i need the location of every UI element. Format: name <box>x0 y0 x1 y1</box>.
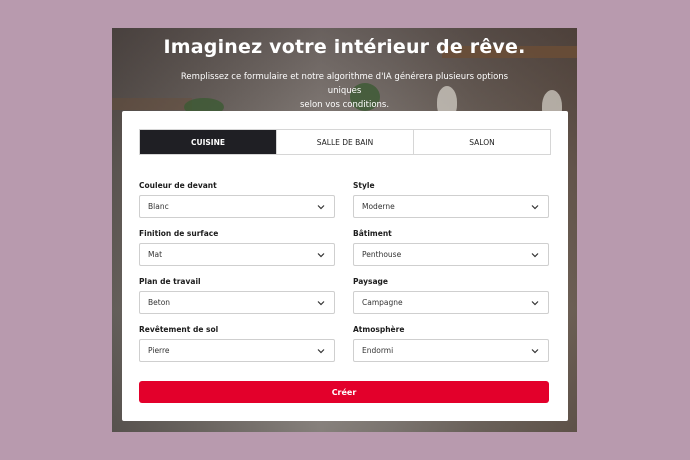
couleur-de-devant-select[interactable]: Blanc <box>139 195 335 218</box>
batiment-select[interactable]: Penthouse <box>353 243 549 266</box>
field-couleur-de-devant: Couleur de devant Blanc <box>139 181 335 218</box>
select-value: Penthouse <box>362 250 402 259</box>
field-plan-de-travail: Plan de travail Beton <box>139 277 335 314</box>
field-batiment: Bâtiment Penthouse <box>353 229 549 266</box>
plan-de-travail-select[interactable]: Beton <box>139 291 335 314</box>
page-subtitle: Remplissez ce formulaire et notre algori… <box>172 70 517 112</box>
field-finition-de-surface: Finition de surface Mat <box>139 229 335 266</box>
chevron-down-icon <box>530 202 540 212</box>
chevron-down-icon <box>530 346 540 356</box>
select-value: Campagne <box>362 298 403 307</box>
style-select[interactable]: Moderne <box>353 195 549 218</box>
field-label: Finition de surface <box>139 229 219 238</box>
select-value: Moderne <box>362 202 395 211</box>
page-subtitle-line: selon vos conditions. <box>299 100 390 110</box>
chevron-down-icon <box>316 202 326 212</box>
revetement-de-sol-select[interactable]: Pierre <box>139 339 335 362</box>
field-atmosphere: Atmosphère Endormi <box>353 325 549 362</box>
field-label: Paysage <box>353 277 388 286</box>
select-value: Blanc <box>148 202 169 211</box>
tab-cuisine[interactable]: CUISINE <box>140 130 276 154</box>
field-revetement-de-sol: Revêtement de sol Pierre <box>139 325 335 362</box>
field-label: Style <box>353 181 375 190</box>
field-label: Couleur de devant <box>139 181 217 190</box>
chevron-down-icon <box>530 298 540 308</box>
field-paysage: Paysage Campagne <box>353 277 549 314</box>
tab-salon[interactable]: SALON <box>413 130 550 154</box>
chevron-down-icon <box>316 298 326 308</box>
create-button[interactable]: Créer <box>139 381 549 403</box>
page-subtitle-line: Remplissez ce formulaire et notre algori… <box>180 72 509 96</box>
form-card: CUISINE SALLE DE BAIN SALON Couleur de d… <box>122 111 568 421</box>
chevron-down-icon <box>316 346 326 356</box>
paysage-select[interactable]: Campagne <box>353 291 549 314</box>
tab-salle-de-bain[interactable]: SALLE DE BAIN <box>276 130 413 154</box>
room-tabs: CUISINE SALLE DE BAIN SALON <box>139 129 551 155</box>
atmosphere-select[interactable]: Endormi <box>353 339 549 362</box>
page-title: Imaginez votre intérieur de rêve. <box>163 36 526 58</box>
field-label: Bâtiment <box>353 229 392 238</box>
finition-de-surface-select[interactable]: Mat <box>139 243 335 266</box>
select-value: Endormi <box>362 346 394 355</box>
chevron-down-icon <box>530 250 540 260</box>
select-value: Beton <box>148 298 171 307</box>
chevron-down-icon <box>316 250 326 260</box>
select-value: Mat <box>148 250 163 259</box>
field-label: Atmosphère <box>353 325 405 334</box>
select-value: Pierre <box>148 346 170 355</box>
field-style: Style Moderne <box>353 181 549 218</box>
field-label: Plan de travail <box>139 277 201 286</box>
field-label: Revêtement de sol <box>139 325 219 334</box>
